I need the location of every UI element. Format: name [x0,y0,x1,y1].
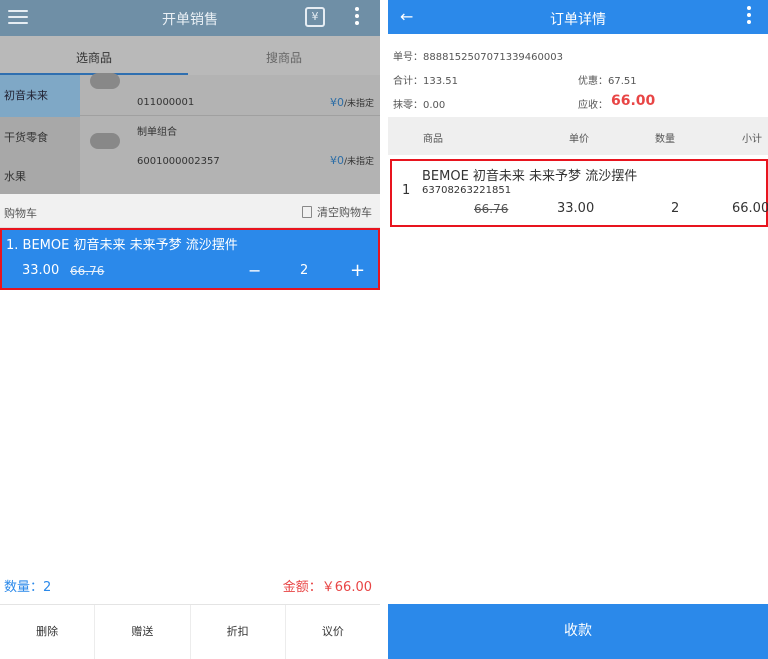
category-item[interactable]: 干货零食 [0,117,80,159]
collect-payment-button[interactable]: 收款 [388,604,768,659]
page-title: 订单详情 [550,12,606,28]
order-number: 单号：8888152507071339460003 [393,52,563,63]
cart-item-name: 1. BEMOE 初音未来 未来予梦 流沙摆件 [6,238,238,253]
total-qty: 数量：2 [4,580,52,595]
product-code: 011000001 [137,97,195,108]
cloud-icon [90,73,120,89]
catalog-area: 初音未来 干货零食 水果 011000001 ¥0/未指定 制单组合 60010… [0,73,380,194]
cart-item[interactable]: 1. BEMOE 初音未来 未来予梦 流沙摆件 33.00 66.76 − 2 … [0,228,380,290]
divider [80,115,380,116]
sales-header: 开单销售 ¥ [0,0,380,36]
tab-search-products[interactable]: 搜商品 [188,49,380,66]
product-code: 6001000002357 [137,156,220,167]
delete-button[interactable]: 删除 [0,605,96,659]
product-name[interactable]: 制单组合 [137,123,177,138]
cart-actions: 删除 赠送 折扣 议价 [0,604,380,659]
sales-panel: 开单销售 ¥ 选商品 搜商品 初音未来 干货零食 水果 011000001 ¥0… [0,0,380,659]
order-detail-panel: ← 订单详情 单号：8888152507071339460003 合计：133.… [388,0,768,659]
increase-qty-button[interactable]: + [350,260,365,281]
category-item[interactable]: 水果 [0,159,80,194]
row-index: 1 [402,183,411,198]
negotiate-price-button[interactable]: 议价 [286,605,380,659]
cart-bar: 购物车 清空购物车 [0,194,380,228]
product-tabs: 选商品 搜商品 [0,36,380,75]
cart-summary: 数量：2 金额：￥66.00 [0,570,380,600]
price-scan-icon[interactable]: ¥ [305,7,325,27]
col-qty: 数量 [655,134,675,145]
product-list: 011000001 ¥0/未指定 制单组合 6001000002357 ¥0/未… [80,73,380,194]
decrease-qty-button[interactable]: − [248,261,261,280]
col-product: 商品 [423,134,443,145]
cloud-icon [90,133,120,149]
order-discount: 优惠：67.51 [578,76,637,87]
row-product-name: BEMOE 初音未来 未来予梦 流沙摆件 [422,169,638,184]
product-price: ¥0/未指定 [329,154,374,167]
order-header: ← 订单详情 [388,0,768,34]
tab-select-products[interactable]: 选商品 [0,49,188,66]
order-info: 单号：8888152507071339460003 合计：133.51 优惠：6… [388,34,768,117]
more-icon[interactable] [747,6,751,27]
col-subtotal: 小计 [742,134,762,145]
table-header: 商品 单价 数量 小计 [388,117,768,155]
row-product-code: 63708263221851 [422,185,512,196]
row-subtotal: 66.00 [732,201,768,216]
more-icon[interactable] [355,7,361,28]
gift-button[interactable]: 赠送 [95,605,191,659]
receivable-amount: 66.00 [611,93,656,109]
cart-item-original-price: 66.76 [70,264,105,278]
receivable-label: 应收： [578,100,608,111]
cart-label: 购物车 [4,207,37,220]
clear-cart-label: 清空购物车 [317,206,372,219]
row-unit-price: 33.00 [557,201,595,216]
row-original-price: 66.76 [474,202,509,216]
clear-cart-button[interactable]: 清空购物车 [302,204,372,220]
table-row[interactable]: 1 BEMOE 初音未来 未来予梦 流沙摆件 63708263221851 66… [390,159,768,227]
row-qty: 2 [671,201,680,216]
total-amount: 金额：￥66.00 [282,580,372,595]
trash-icon [302,206,312,218]
discount-button[interactable]: 折扣 [191,605,286,659]
col-unit-price: 单价 [569,134,589,145]
cart-item-price: 33.00 [22,263,60,278]
order-change: 抹零：0.00 [393,100,446,111]
category-item[interactable]: 初音未来 [0,75,80,117]
product-price: ¥0/未指定 [329,96,374,109]
cart-item-qty: 2 [300,263,309,278]
order-total: 合计：133.51 [393,76,458,87]
